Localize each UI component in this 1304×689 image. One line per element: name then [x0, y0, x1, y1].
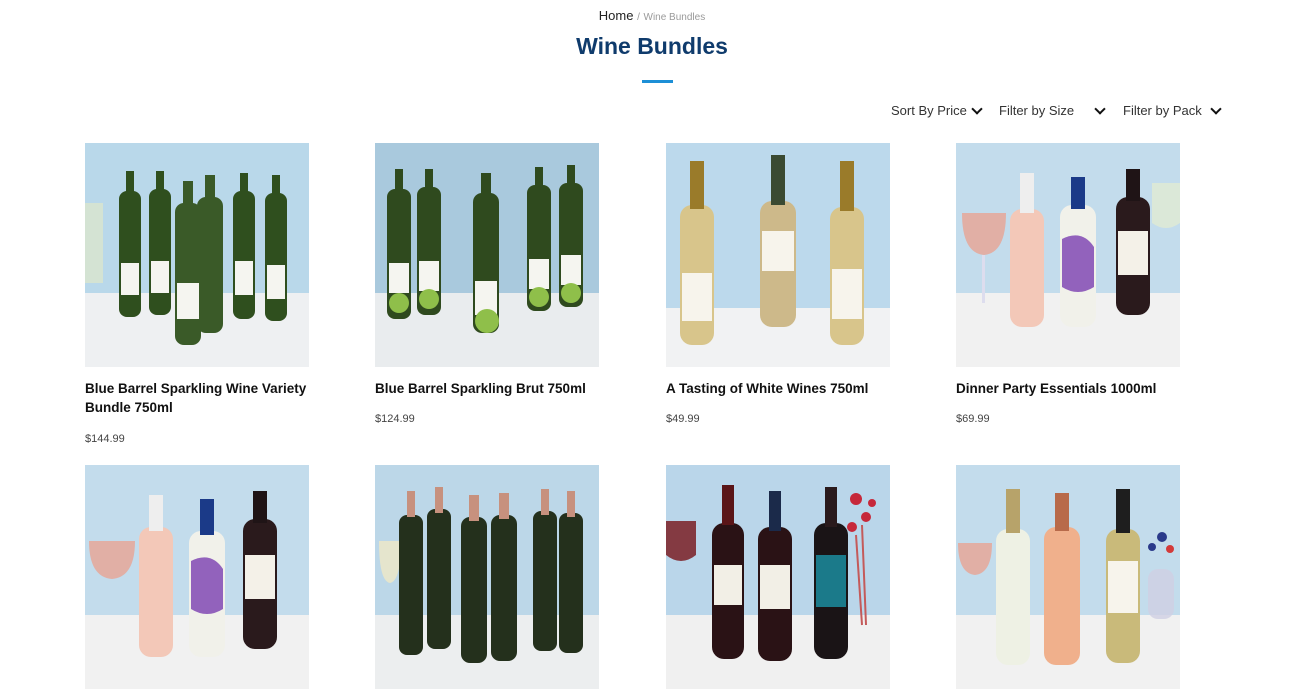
product-name[interactable]: Dinner Party Essentials 1000ml — [956, 379, 1186, 398]
product-image[interactable] — [375, 143, 599, 367]
breadcrumb-separator: / — [637, 12, 640, 23]
breadcrumb-home-link[interactable]: Home — [599, 8, 634, 23]
product-price: $124.99 — [375, 413, 415, 425]
page-title: Wine Bundles — [576, 33, 728, 59]
product-price: $144.99 — [85, 433, 125, 445]
product-image[interactable] — [85, 465, 309, 689]
breadcrumb-current: Wine Bundles — [643, 12, 706, 23]
sort-by-price-label: Sort By Price — [891, 103, 967, 118]
chevron-down-icon — [1210, 102, 1222, 115]
product-image[interactable] — [956, 143, 1180, 367]
title-underline — [642, 80, 673, 83]
product-name[interactable]: A Tasting of White Wines 750ml — [666, 379, 896, 398]
product-image[interactable] — [375, 465, 599, 689]
filter-by-pack-dropdown[interactable]: Filter by Pack — [1123, 102, 1222, 118]
product-name[interactable]: Blue Barrel Sparkling Wine Variety Bundl… — [85, 379, 315, 417]
product-image[interactable] — [666, 465, 890, 689]
filter-by-size-label: Filter by Size — [999, 103, 1075, 118]
chevron-down-icon — [1094, 102, 1106, 115]
product-name[interactable]: Blue Barrel Sparkling Brut 750ml — [375, 379, 605, 398]
filter-by-size-dropdown[interactable]: Filter by Size — [999, 102, 1106, 118]
sort-by-price-dropdown[interactable]: Sort By Price — [891, 102, 983, 118]
product-price: $69.99 — [956, 413, 990, 425]
product-price: $49.99 — [666, 413, 700, 425]
chevron-down-icon — [971, 102, 983, 115]
product-image[interactable] — [666, 143, 890, 367]
filter-bar: Sort By Price Filter by Size Filter by P… — [0, 102, 1304, 121]
product-image[interactable] — [85, 143, 309, 367]
product-image[interactable] — [956, 465, 1180, 689]
filter-by-pack-label: Filter by Pack — [1123, 103, 1202, 118]
breadcrumb: Home / Wine Bundles — [0, 8, 1304, 23]
